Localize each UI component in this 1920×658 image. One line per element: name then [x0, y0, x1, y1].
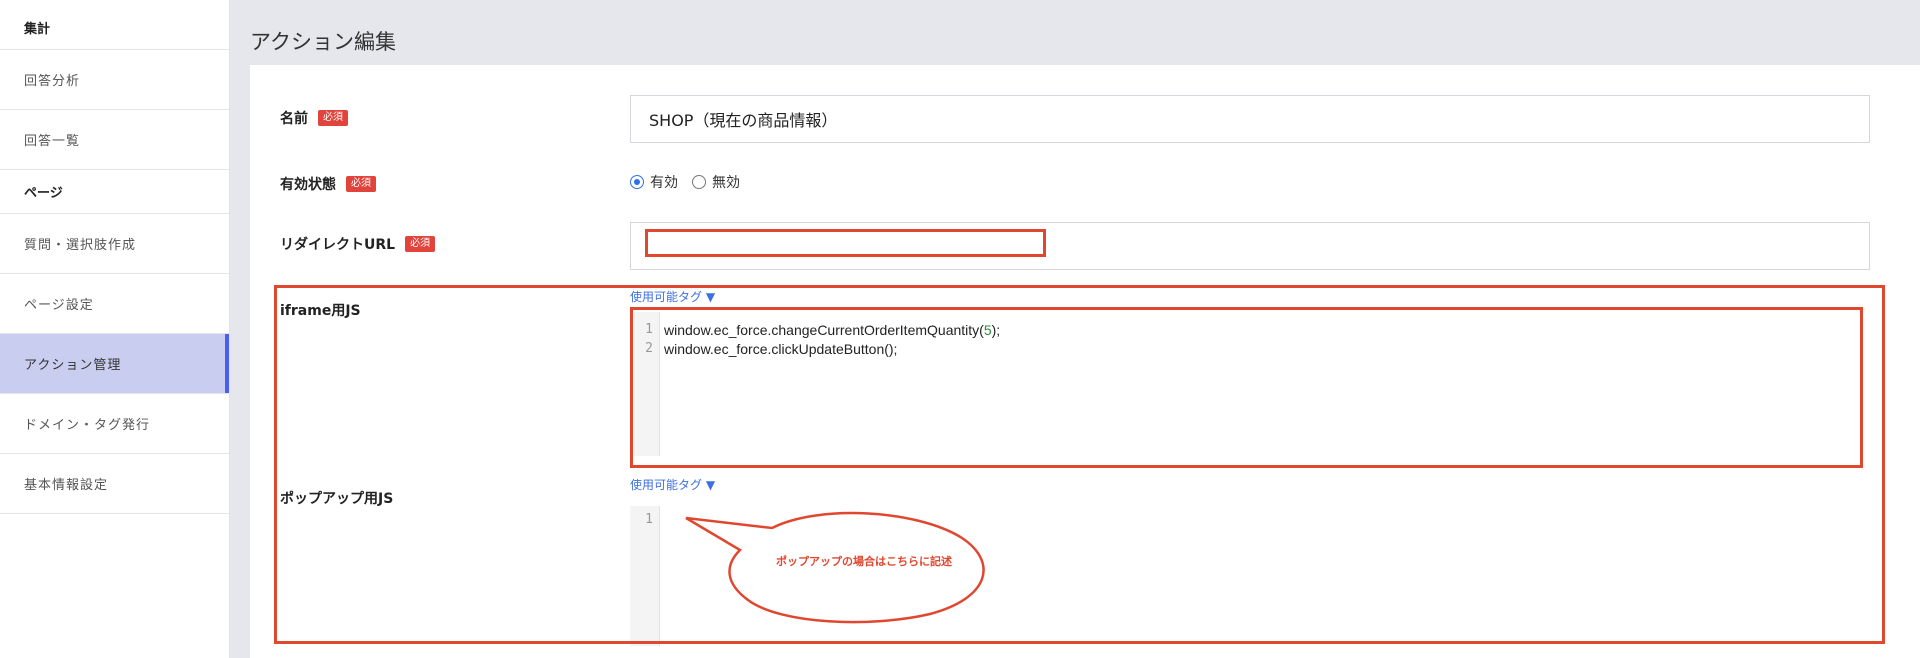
radio-disabled[interactable]: [692, 175, 706, 189]
page-title: アクション編集: [250, 30, 396, 54]
status-label: 有効状態: [280, 177, 336, 193]
redirect-url-label: リダイレクトURL: [280, 237, 396, 253]
redirect-url-highlight-box: [645, 229, 1046, 257]
sidebar-section-aggregate: 集計: [0, 6, 229, 50]
sidebar-item-basic-info[interactable]: 基本情報設定: [0, 454, 229, 514]
name-label-row: 名前 必須: [280, 108, 348, 128]
sidebar-item-page-settings[interactable]: ページ設定: [0, 274, 229, 334]
required-badge: 必須: [346, 176, 376, 192]
sidebar-section-page: ページ: [0, 170, 229, 214]
required-badge: 必須: [405, 236, 436, 252]
status-option-disabled-label: 無効: [712, 175, 740, 191]
status-option-enabled[interactable]: 有効: [630, 172, 678, 192]
sidebar-item-action-management[interactable]: アクション管理: [0, 334, 229, 394]
status-radio-group: 有効 無効: [630, 172, 740, 192]
sidebar: 集計 回答分析 回答一覧 ページ 質問・選択肢作成 ページ設定 アクション管理 …: [0, 0, 230, 658]
status-option-enabled-label: 有効: [650, 175, 678, 191]
sidebar-item-domain-tag[interactable]: ドメイン・タグ発行: [0, 394, 229, 454]
sidebar-item-answer-list[interactable]: 回答一覧: [0, 110, 229, 170]
sidebar-item-question-create[interactable]: 質問・選択肢作成: [0, 214, 229, 274]
name-input[interactable]: [630, 95, 1870, 143]
redirect-label-row: リダイレクトURL 必須: [280, 234, 436, 254]
required-badge: 必須: [318, 110, 348, 126]
radio-enabled[interactable]: [630, 175, 644, 189]
sidebar-item-answer-analysis[interactable]: 回答分析: [0, 50, 229, 110]
status-option-disabled[interactable]: 無効: [692, 172, 740, 192]
js-section-highlight-box: [274, 285, 1885, 644]
status-label-row: 有効状態 必須: [280, 174, 376, 194]
name-label: 名前: [280, 111, 308, 127]
